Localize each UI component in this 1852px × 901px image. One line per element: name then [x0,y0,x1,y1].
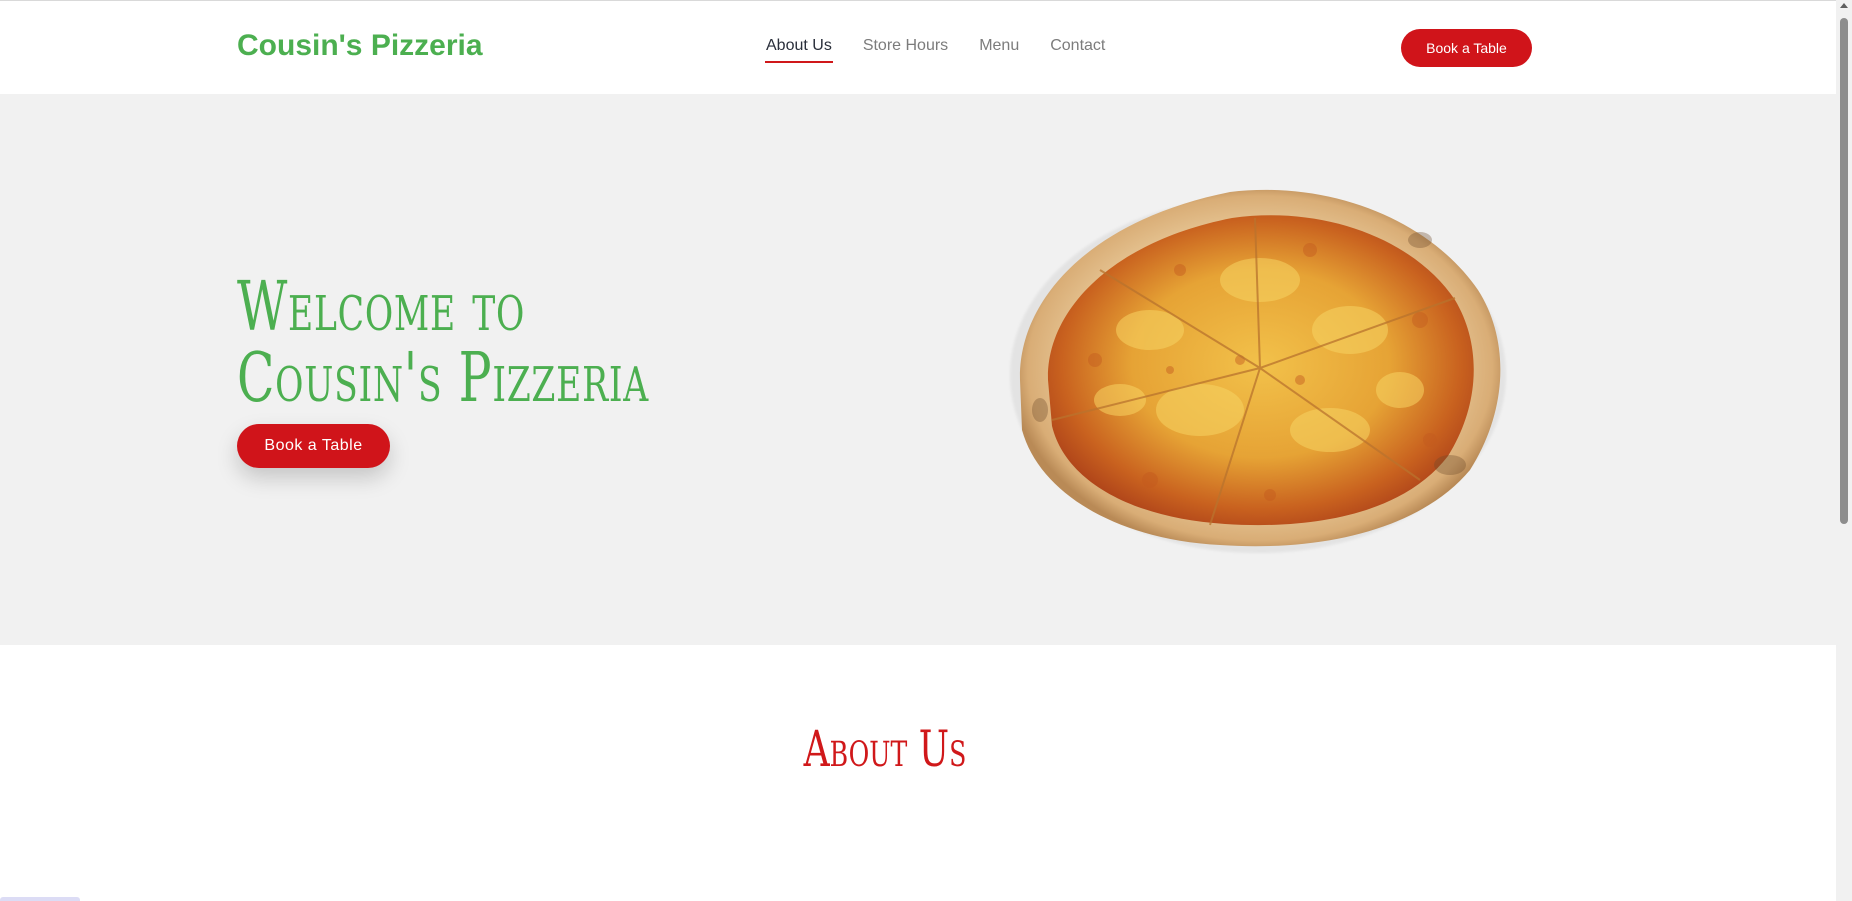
scroll-up-arrow-icon[interactable] [1840,3,1848,8]
hero-title: Welcome to Cousin's Pizzeria [237,272,649,415]
nav-item-menu[interactable]: Menu [979,37,1019,63]
scrollbar-thumb[interactable] [1840,18,1848,524]
site-logo[interactable]: Cousin's Pizzeria [237,29,483,63]
nav-item-store-hours[interactable]: Store Hours [863,37,948,63]
hero-book-table-button[interactable]: Book a Table [237,424,390,468]
about-us-heading-text: About Us [803,720,967,778]
nav-item-about-us[interactable]: About Us [765,37,833,63]
about-us-heading: About Us [0,720,1770,778]
pizza-image [1000,180,1510,555]
header-book-table-button[interactable]: Book a Table [1401,29,1532,67]
site-header: Cousin's Pizzeria About Us Store Hours M… [0,1,1836,94]
hero-title-line-1: Welcome to [237,268,526,347]
vertical-scrollbar[interactable] [1836,0,1852,901]
nav-item-contact[interactable]: Contact [1050,37,1105,63]
page: Cousin's Pizzeria About Us Store Hours M… [0,0,1836,901]
hero-title-line-2: Cousin's Pizzeria [237,339,649,419]
hero-section: Welcome to Cousin's Pizzeria Book a Tabl… [0,94,1836,645]
main-nav: About Us Store Hours Menu Contact [765,37,1136,63]
corner-widget-tab[interactable] [0,897,80,901]
